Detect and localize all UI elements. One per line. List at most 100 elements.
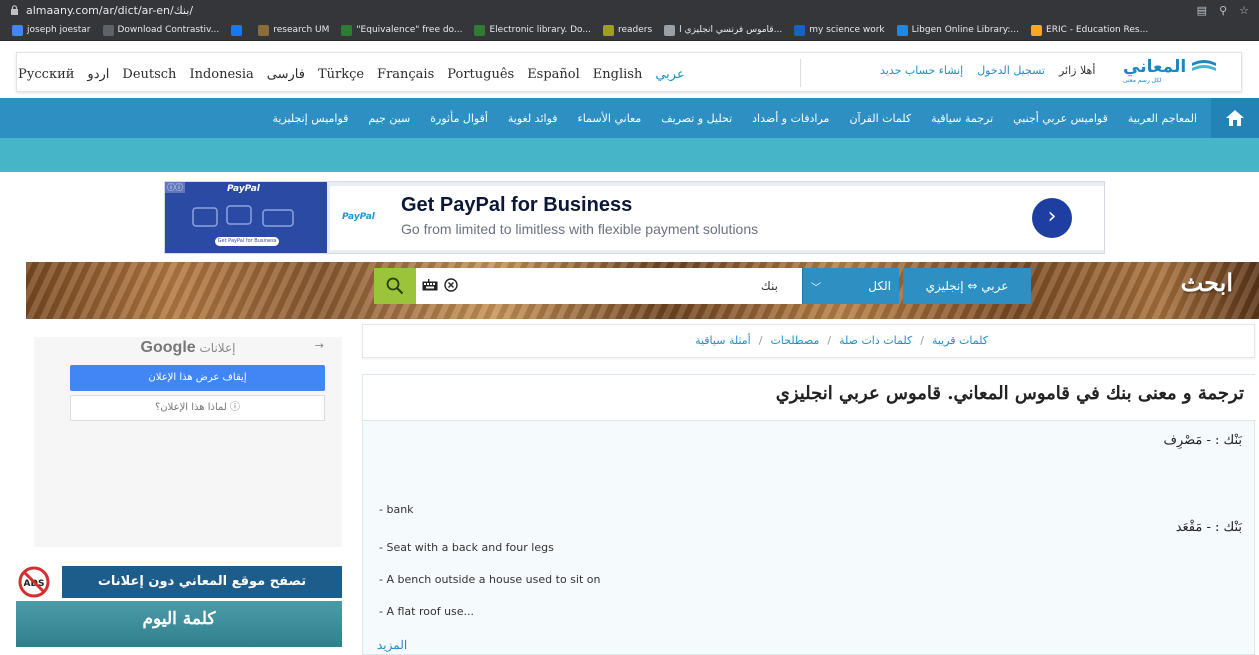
library-icon [474,24,486,36]
nav-item-linguistic-tips[interactable]: فوائد لغوية [508,112,558,125]
ad-mini-button[interactable]: Get PayPal for Business [215,237,279,246]
bookmark-item[interactable]: readers [597,20,658,40]
link-contextual-examples[interactable]: أمثلة سياقية [695,334,751,347]
nav-item-quotes[interactable]: أقوال مأثورة [430,112,488,125]
entry-headword[interactable]: بَنْك : - مَصْرِف [1163,433,1242,448]
nav-item-arabic-foreign[interactable]: قواميس عربي أجنبي [1013,112,1108,125]
nav-item-conjugation[interactable]: تحليل و تصريف [661,112,732,125]
entry-headword[interactable]: بَنْك : - مَقْعَد [1176,520,1242,535]
link-separator: / [827,334,832,347]
bookmark-item[interactable]: قاموس فرنسي انجليزي ا... [658,20,788,40]
dictionary-select[interactable]: عربي ⇔ إنجليزي [903,268,1031,304]
nav-item-qa[interactable]: سين جيم [368,112,410,125]
eric-icon [1031,24,1043,36]
home-icon [1226,110,1244,126]
keyboard-icon[interactable] [422,279,438,291]
university-icon [258,24,270,36]
site-logo[interactable]: المعاني لكل رسم معنى [1123,57,1218,84]
lang-spanish[interactable]: Español [527,67,580,82]
bookmark-item[interactable]: Download Contrastiv... [97,20,226,40]
stop-ad-button[interactable]: إيقاف عرض هذا الإعلان [70,365,325,391]
bookmark-item[interactable]: joseph joestar [6,20,97,40]
bookmark-item[interactable]: Electronic library. Do... [468,20,596,40]
related-links-bar: أمثلة سياقية / مصطلحات / كلمات ذات صلة /… [362,324,1255,358]
bookmark-item[interactable]: Libgen Online Library:... [891,20,1025,40]
bookmark-label: Libgen Online Library:... [911,25,1020,35]
word-of-day-title: كلمة اليوم [142,609,216,629]
bookmark-label: joseph joestar [27,25,91,35]
no-ads-icon: ADS [18,566,50,598]
lang-portuguese[interactable]: Português [447,67,514,82]
document-icon [102,24,114,36]
link-similar-words[interactable]: كلمات قريبة [932,334,988,347]
word-of-day-footer [16,647,342,655]
signup-link[interactable]: إنشاء حساب جديد [880,64,963,77]
nav-item-contextual-translation[interactable]: ترجمة سياقية [931,112,993,125]
nav-item-english-dictionaries[interactable]: قواميس إنجليزية [272,112,348,125]
google-ads-label: Google إعلانات [34,339,342,357]
lang-french[interactable]: Français [377,67,434,82]
chevron-right-icon[interactable]: › [1032,198,1072,238]
translate-icon[interactable]: ▤ [1197,4,1207,17]
ad-subtitle: Go from limited to limitless with flexib… [401,221,759,237]
result-title: ترجمة و معنى بنك في قاموس المعاني. قاموس… [775,383,1244,404]
nav-item-quran-words[interactable]: كلمات القرآن [849,112,911,125]
nav-item-names-meanings[interactable]: معاني الأسماء [578,112,642,125]
browser-url-bar[interactable]: almaany.com/ar/dict/ar-en/بنك/ ▤ ⚲ ☆ [0,0,1259,20]
scope-select[interactable]: ﹀ الكل [802,268,899,304]
entry-gloss: - A bench outside a house used to sit on [379,573,601,586]
globe-icon [664,24,676,36]
search-icon[interactable]: ⚲ [1219,4,1227,17]
ad-thumbnail: ⓘⓘ PayPal Get PayPal for Business [165,182,327,253]
ad-brand-small: PayPal [227,184,260,194]
cards-illustration [192,205,294,227]
lang-arabic[interactable]: عربي [655,67,684,82]
bookmark-label: "Equivalence" free do... [356,25,463,35]
search-button[interactable] [374,268,416,304]
link-related-words[interactable]: كلمات ذات صلة [839,334,912,347]
no-ads-banner[interactable]: ADS تصفح موقع المعاني دون إعلانات [16,564,342,600]
lang-indonesian[interactable]: Indonesia [189,67,253,82]
lang-turkish[interactable]: Türkçe [318,67,364,82]
lang-urdu[interactable]: اردو [87,67,109,82]
nav-items: المعاجم العربية قواميس عربي أجنبي ترجمة … [272,98,1197,138]
login-link[interactable]: تسجيل الدخول [977,64,1045,77]
bookmark-label: Electronic library. Do... [489,25,591,35]
scope-select-value: الكل [868,279,891,293]
logo-subtitle: لكل رسم معنى [1123,77,1162,84]
ad-banner[interactable]: ⓘⓘ PayPal Get PayPal for Business PayPal… [164,181,1105,254]
ad-choices-icon[interactable]: ⓘⓘ [165,182,185,193]
lang-english[interactable]: English [593,67,643,82]
greeting-text: أهلا زائر [1058,64,1096,77]
bookmark-label: my science work [809,25,885,35]
word-of-day-card[interactable]: كلمة اليوم [16,601,342,655]
no-ads-text: تصفح موقع المعاني دون إعلانات [62,566,342,598]
bookmark-star-icon[interactable]: ☆ [1239,4,1249,17]
clear-icon[interactable] [444,278,458,292]
nav-item-synonyms[interactable]: مرادفات و أضداد [752,112,829,125]
lang-russian[interactable]: Русский [18,67,74,82]
result-header: ترجمة و معنى بنك في قاموس المعاني. قاموس… [363,375,1256,421]
bookmark-item[interactable]: "Equivalence" free do... [335,20,468,40]
search-input[interactable] [466,268,792,304]
ad-content[interactable]: PayPal Get PayPal for Business Go from l… [330,186,1104,250]
lock-icon [10,5,20,15]
home-button[interactable] [1211,98,1259,138]
bookmark-label: ERIC - Education Res... [1046,25,1149,35]
google-icon [12,24,23,36]
bookmark-item[interactable]: ERIC - Education Res... [1025,20,1154,40]
why-ad-button[interactable]: لماذا هذا الإعلان؟ ⓘ [70,395,325,421]
entry-gloss: - Seat with a back and four legs [379,541,554,554]
more-link[interactable]: المزيد [377,638,407,652]
sub-nav-strip [0,138,1259,172]
logo-title: المعاني [1123,57,1187,77]
bookmark-item[interactable]: research UM [252,20,335,40]
bookmarks-bar: joseph joestar Download Contrastiv... rese… [0,20,1259,41]
bookmark-item[interactable]: my science work [788,20,890,40]
ads-label-text: إعلانات [199,341,236,355]
link-terms[interactable]: مصطلحات [770,334,819,347]
nav-item-arabic-dictionaries[interactable]: المعاجم العربية [1128,112,1197,125]
lang-persian[interactable]: فارسی [267,67,305,82]
bookmark-item[interactable] [225,20,252,40]
lang-german[interactable]: Deutsch [122,67,176,82]
